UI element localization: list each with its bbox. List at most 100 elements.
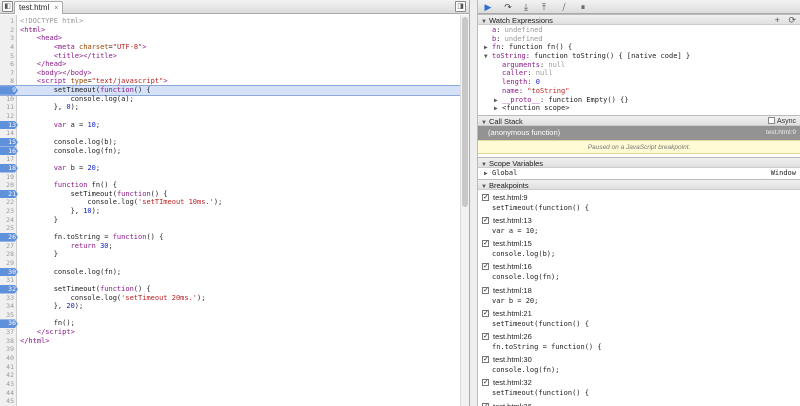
code-line[interactable]: 35 <box>0 311 469 320</box>
code-line[interactable]: 23 }, 10); <box>0 207 469 216</box>
line-number[interactable]: 3 <box>0 34 16 43</box>
breakpoints-header[interactable]: ▼ Breakpoints <box>478 178 800 190</box>
watch-row[interactable]: ▶ __proto__: function Empty() {} <box>478 96 800 105</box>
deactivate-breakpoints-icon[interactable]: ⧸ <box>558 1 570 13</box>
breakpoint-location-row[interactable]: test.html:18 <box>482 285 800 296</box>
line-number[interactable]: 28 <box>0 250 16 259</box>
line-number[interactable]: 29 <box>0 259 16 268</box>
code-line[interactable]: 12 <box>0 112 469 121</box>
line-number[interactable]: 39 <box>0 345 16 354</box>
breakpoint-checkbox[interactable] <box>482 285 489 296</box>
add-watch-icon[interactable]: + <box>775 15 780 25</box>
refresh-watch-icon[interactable]: ⟳ <box>788 15 796 25</box>
code-line[interactable]: 19 <box>0 173 469 182</box>
line-number[interactable]: 27 <box>0 242 16 251</box>
line-number[interactable]: 8 <box>0 77 16 86</box>
watch-row[interactable]: ▶ <function scope> <box>478 104 800 113</box>
step-over-icon[interactable]: ↷ <box>502 1 514 13</box>
call-frame-selected[interactable]: (anonymous function) test.html:9 <box>478 125 800 140</box>
code-line[interactable]: 18 var b = 20; <box>0 163 469 173</box>
step-out-icon[interactable]: ⤒ <box>538 1 550 13</box>
code-line[interactable]: 32 setTimeout(function() { <box>0 284 469 294</box>
line-number[interactable]: 5 <box>0 52 16 61</box>
line-number[interactable]: 20 <box>0 181 16 190</box>
breakpoint-marker[interactable]: 30 <box>0 267 18 277</box>
editor-tab-test-html[interactable]: test.html × <box>14 1 64 14</box>
code-line[interactable]: 31 <box>0 276 469 285</box>
line-number[interactable]: 10 <box>0 95 16 104</box>
pane-splitter[interactable] <box>470 0 478 406</box>
breakpoint-item[interactable]: test.html:21setTimeout(function() { <box>478 308 800 331</box>
code-line[interactable]: 15 console.log(b); <box>0 137 469 147</box>
breakpoint-location-row[interactable]: test.html:15 <box>482 238 800 249</box>
code-line[interactable]: 3 <head> <box>0 34 469 43</box>
breakpoint-checkbox[interactable] <box>482 377 489 388</box>
breakpoint-item[interactable]: test.html:26 fn.toString = function() { <box>478 331 800 354</box>
code-line[interactable]: 1 <!DOCTYPE html> <box>0 17 469 26</box>
watch-row[interactable]: ▼ toString: function toString() { [native… <box>478 52 800 61</box>
code-line[interactable]: 22 console.log('setTImeout 10ms.'); <box>0 198 469 207</box>
code-editor[interactable]: 1 <!DOCTYPE html> 2 <html> 3 <head> 4 <meta c… <box>0 15 469 406</box>
code-line-current[interactable]: 9 setTimeout(function() { <box>0 85 469 96</box>
watch-row[interactable]: a: undefined <box>478 26 800 35</box>
code-line[interactable]: 16 console.log(fn); <box>0 146 469 156</box>
toggle-navigator-icon[interactable]: ◧ <box>2 1 13 12</box>
line-number[interactable]: 31 <box>0 276 16 285</box>
code-line[interactable]: 40 <box>0 354 469 363</box>
expand-triangle-icon[interactable]: ▶ <box>494 105 502 114</box>
code-line[interactable]: 11 }, 0); <box>0 103 469 112</box>
breakpoint-location[interactable]: test.html:30 <box>493 355 532 364</box>
line-number[interactable]: 23 <box>0 207 16 216</box>
pause-on-exceptions-icon[interactable]: ⏸ <box>577 1 589 13</box>
code-line[interactable]: 37 </script> <box>0 328 469 337</box>
breakpoint-checkbox[interactable] <box>482 215 489 226</box>
breakpoint-checkbox[interactable] <box>482 401 489 406</box>
scope-variables-header[interactable]: ▼ Scope Variables <box>478 156 800 168</box>
code-line[interactable]: 43 <box>0 380 469 389</box>
breakpoint-location[interactable]: test.html:18 <box>493 286 532 295</box>
breakpoint-location[interactable]: test.html:36 <box>493 402 532 406</box>
collapse-triangle-icon[interactable]: ▼ <box>484 53 492 62</box>
step-into-icon[interactable]: ⤓ <box>520 1 532 13</box>
scope-global-row[interactable]: ▶ Global Window <box>478 168 800 179</box>
code-line[interactable]: 27 return 30; <box>0 242 469 251</box>
code-line[interactable]: 5 <title></title> <box>0 52 469 61</box>
breakpoint-location[interactable]: test.html:15 <box>493 239 532 248</box>
line-number[interactable]: 34 <box>0 302 16 311</box>
call-frame-location[interactable]: test.html:9 <box>766 126 796 140</box>
breakpoint-item[interactable]: test.html:13 var a = 10; <box>478 215 800 238</box>
breakpoint-location-row[interactable]: test.html:9 <box>482 192 800 203</box>
breakpoint-marker[interactable]: 36 <box>0 319 18 329</box>
line-number[interactable]: 6 <box>0 60 16 69</box>
line-number[interactable]: 19 <box>0 173 16 182</box>
breakpoint-marker[interactable]: 15 <box>0 137 18 147</box>
breakpoint-item[interactable]: test.html:16 console.log(fn); <box>478 261 800 284</box>
line-number[interactable]: 2 <box>0 26 16 35</box>
editor-vertical-scrollbar[interactable] <box>460 15 469 406</box>
async-checkbox[interactable] <box>767 116 775 124</box>
breakpoint-location-row[interactable]: test.html:21 <box>482 308 800 319</box>
breakpoint-checkbox[interactable] <box>482 331 489 342</box>
breakpoint-checkbox[interactable] <box>482 238 489 249</box>
line-number[interactable]: 37 <box>0 328 16 337</box>
breakpoint-location[interactable]: test.html:13 <box>493 216 532 225</box>
breakpoint-item[interactable]: test.html:30 console.log(fn); <box>478 354 800 377</box>
line-number[interactable]: 38 <box>0 337 16 346</box>
breakpoint-checkbox[interactable] <box>482 354 489 365</box>
line-number[interactable]: 7 <box>0 69 16 78</box>
breakpoint-checkbox[interactable] <box>482 261 489 272</box>
breakpoint-item[interactable]: test.html:9setTimeout(function() { <box>478 192 800 215</box>
breakpoint-location-row[interactable]: test.html:26 <box>482 331 800 342</box>
line-number[interactable]: 14 <box>0 129 16 138</box>
watch-row[interactable]: b: undefined <box>478 35 800 44</box>
line-number[interactable]: 25 <box>0 224 16 233</box>
breakpoint-item[interactable]: test.html:32 setTimeout(function() { <box>478 377 800 400</box>
code-line[interactable]: 24 } <box>0 216 469 225</box>
breakpoint-item[interactable]: test.html:36fn(); <box>478 401 800 406</box>
breakpoint-location[interactable]: test.html:26 <box>493 332 532 341</box>
breakpoint-location-row[interactable]: test.html:36 <box>482 401 800 406</box>
code-line[interactable]: 33 console.log('setTimeout 20ms.'); <box>0 294 469 303</box>
code-line[interactable]: 28 } <box>0 250 469 259</box>
breakpoint-marker[interactable]: 18 <box>0 163 18 173</box>
toggle-debugger-sidebar-icon[interactable]: ◨ <box>455 1 466 12</box>
